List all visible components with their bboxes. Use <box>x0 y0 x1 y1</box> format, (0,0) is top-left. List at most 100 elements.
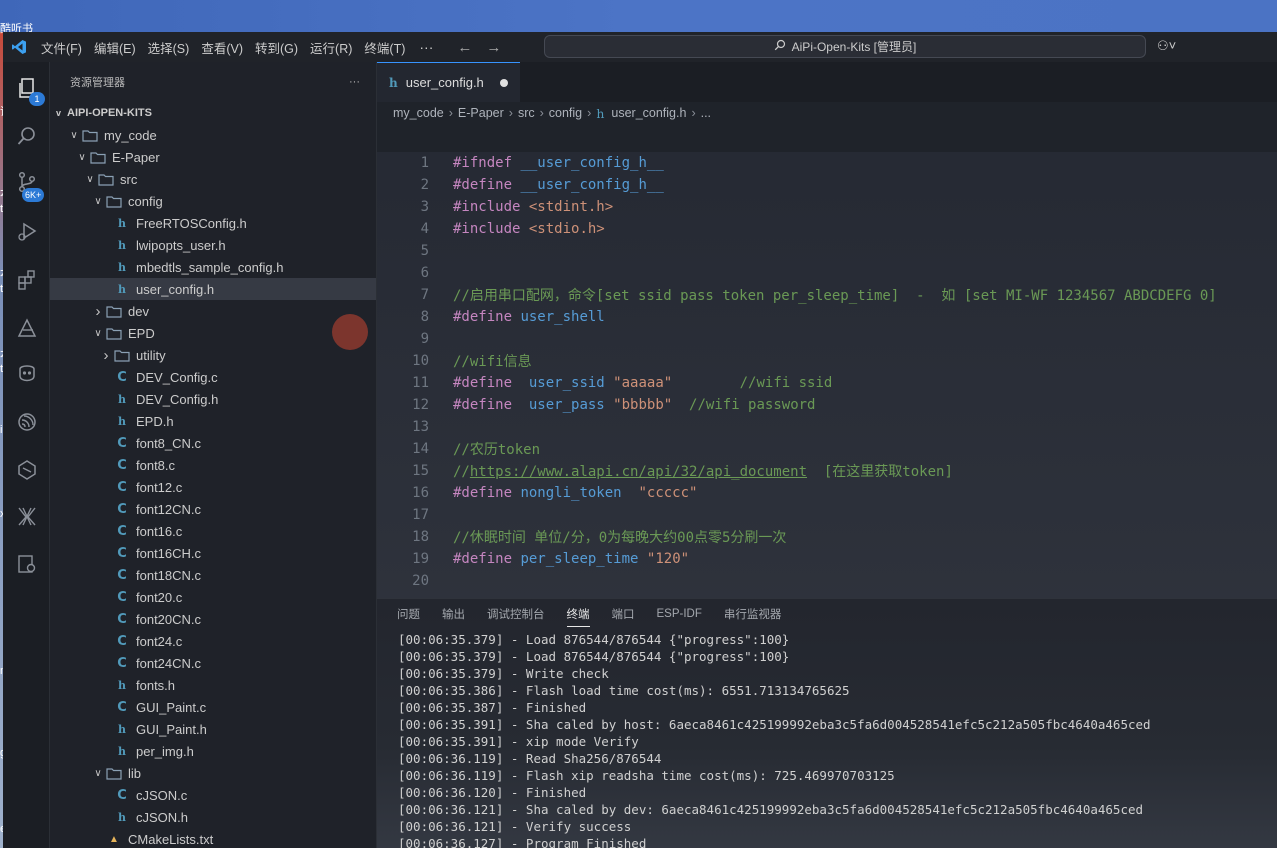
panel-tab[interactable]: 调试控制台 <box>487 606 545 622</box>
tree-folder[interactable]: ∨ config <box>50 190 376 212</box>
x-extension-icon[interactable] <box>11 500 43 532</box>
tree-file[interactable]: Cfont24.c <box>50 630 376 652</box>
tree-file[interactable]: Cfont24CN.c <box>50 652 376 674</box>
tree-file[interactable]: h user_config.h <box>50 278 376 300</box>
code-line[interactable]: 3 #include <stdint.h> <box>377 196 1277 218</box>
code-line[interactable]: 5 <box>377 240 1277 262</box>
panel-tab[interactable]: 问题 <box>397 606 420 622</box>
code-line[interactable]: 16 #define nongli_token "ccccc" <box>377 482 1277 504</box>
code-line[interactable]: 8 #define user_shell <box>377 306 1277 328</box>
explorer-more-icon[interactable]: ··· <box>349 76 360 88</box>
settings-extension-icon[interactable] <box>11 548 43 580</box>
terminal-line: [00:06:35.391] - Sha caled by host: 6aec… <box>398 717 1151 732</box>
tree-file[interactable]: h GUI_Paint.h <box>50 718 376 740</box>
tree-file[interactable]: h per_img.h <box>50 740 376 762</box>
panel-tab[interactable]: 输出 <box>442 606 465 622</box>
search-icon[interactable] <box>11 120 43 152</box>
code-line[interactable]: 6 <box>377 262 1277 284</box>
tree-file[interactable]: h EPD.h <box>50 410 376 432</box>
code-line[interactable]: 20 <box>377 570 1277 592</box>
command-center-search[interactable]: AiPi-Open-Kits [管理员] <box>544 35 1146 58</box>
tree-file[interactable]: Cfont16CH.c <box>50 542 376 564</box>
tree-folder[interactable]: ∨ E-Paper <box>50 146 376 168</box>
breadcrumb-item[interactable]: config <box>549 106 582 120</box>
tree-folder[interactable]: ∨ EPD <box>50 322 376 344</box>
tree-file[interactable]: h FreeRTOSConfig.h <box>50 212 376 234</box>
code-line[interactable]: 19 #define per_sleep_time "120" <box>377 548 1277 570</box>
tree-file[interactable]: CcJSON.c <box>50 784 376 806</box>
back-arrow-icon[interactable]: ← <box>457 39 472 56</box>
code-line[interactable]: 9 <box>377 328 1277 350</box>
folder-icon <box>98 171 114 187</box>
code-line[interactable]: 7 //启用串口配网，命令[set ssid pass token per_sle… <box>377 284 1277 306</box>
tree-file[interactable]: h DEV_Config.h <box>50 388 376 410</box>
menu-item[interactable]: 运行(R) <box>304 38 358 57</box>
code-line[interactable]: 15 //https://www.alapi.cn/api/32/api_docu… <box>377 460 1277 482</box>
run-debug-icon[interactable] <box>11 216 43 248</box>
espressif-icon[interactable] <box>11 406 43 438</box>
remote-explorer-icon[interactable] <box>11 312 43 344</box>
tree-folder[interactable]: ∨ my_code <box>50 124 376 146</box>
tree-file[interactable]: Cfont20CN.c <box>50 608 376 630</box>
tree-file[interactable]: Cfont8_CN.c <box>50 432 376 454</box>
code-line[interactable]: 2 #define __user_config_h__ <box>377 174 1277 196</box>
panel-tab[interactable]: 端口 <box>612 606 635 622</box>
hexagon-extension-icon[interactable] <box>11 454 43 486</box>
tree-file[interactable]: Cfont12.c <box>50 476 376 498</box>
tree-folder[interactable]: › dev <box>50 300 376 322</box>
platformio-icon[interactable] <box>11 358 43 390</box>
tree-file[interactable]: Cfont16.c <box>50 520 376 542</box>
code-line[interactable]: 10 //wifi信息 <box>377 350 1277 372</box>
code-line[interactable]: 1 #ifndef __user_config_h__ <box>377 152 1277 174</box>
panel-tab[interactable]: 串行监视器 <box>724 606 782 622</box>
breadcrumb-item[interactable]: src <box>518 106 535 120</box>
unsaved-dot-icon[interactable] <box>499 78 508 87</box>
code-line[interactable]: 11 #define user_ssid "aaaaa" //wifi ssid <box>377 372 1277 394</box>
tree-item-label: GUI_Paint.h <box>136 721 207 737</box>
menu-item[interactable]: 查看(V) <box>195 38 249 57</box>
extensions-icon[interactable] <box>11 264 43 296</box>
tree-file[interactable]: ▲ CMakeLists.txt <box>50 828 376 848</box>
code-editor[interactable]: 1 #ifndef __user_config_h__ 2 #define __use… <box>377 152 1277 598</box>
tab-user-config[interactable]: h user_config.h <box>377 62 520 102</box>
code-line[interactable]: 13 <box>377 416 1277 438</box>
breadcrumb-item[interactable]: ... <box>701 106 711 120</box>
tree-file[interactable]: C DEV_Config.c <box>50 366 376 388</box>
code-line[interactable]: 4 #include <stdio.h> <box>377 218 1277 240</box>
breadcrumb-item[interactable]: E-Paper <box>458 106 504 120</box>
workspace-root[interactable]: v AIPI-OPEN-KITS <box>50 102 376 124</box>
tree-file[interactable]: Cfont20.c <box>50 586 376 608</box>
source-control-icon[interactable]: 6K+ <box>11 166 45 202</box>
menu-item[interactable]: 转到(G) <box>249 38 304 57</box>
tree-folder[interactable]: ∨ src <box>50 168 376 190</box>
tree-file[interactable]: C GUI_Paint.c <box>50 696 376 718</box>
breadcrumb-item[interactable]: user_config.h <box>611 106 686 120</box>
panel-tab[interactable]: 终端 <box>566 606 590 627</box>
code-line[interactable]: 18 //休眠时间 单位/分，0为每晚大约00点零5分刷一次 <box>377 526 1277 548</box>
menu-more-icon[interactable]: ··· <box>411 39 441 55</box>
tree-file[interactable]: Cfont8.c <box>50 454 376 476</box>
explorer-badge: 1 <box>29 92 45 106</box>
tree-file[interactable]: h cJSON.h <box>50 806 376 828</box>
tree-file[interactable]: Cfont12CN.c <box>50 498 376 520</box>
menu-item[interactable]: 选择(S) <box>142 38 196 57</box>
tree-folder[interactable]: › utility <box>50 344 376 366</box>
breadcrumb-item[interactable]: my_code <box>393 106 444 120</box>
tree-folder[interactable]: ∨ lib <box>50 762 376 784</box>
code-line[interactable]: 12 #define user_pass "bbbbb" //wifi passw… <box>377 394 1277 416</box>
copilot-icon[interactable]: ⚇˅ <box>1157 38 1176 54</box>
chevron-down-icon: ∨ <box>86 173 94 185</box>
tree-file[interactable]: h mbedtls_sample_config.h <box>50 256 376 278</box>
forward-arrow-icon[interactable]: → <box>486 39 501 56</box>
menu-item[interactable]: 编辑(E) <box>88 38 142 57</box>
code-line[interactable]: 17 <box>377 504 1277 526</box>
tree-file[interactable]: h fonts.h <box>50 674 376 696</box>
explorer-icon[interactable]: 1 <box>11 72 45 106</box>
terminal-output[interactable]: [00:06:35.379] - Load 876544/876544 {"pr… <box>377 629 1277 848</box>
code-line[interactable]: 14 //农历token <box>377 438 1277 460</box>
panel-tab[interactable]: ESP-IDF <box>657 608 702 620</box>
menu-item[interactable]: 文件(F) <box>35 38 88 57</box>
tree-file[interactable]: Cfont18CN.c <box>50 564 376 586</box>
tree-file[interactable]: h lwipopts_user.h <box>50 234 376 256</box>
menu-item[interactable]: 终端(T) <box>358 38 411 57</box>
